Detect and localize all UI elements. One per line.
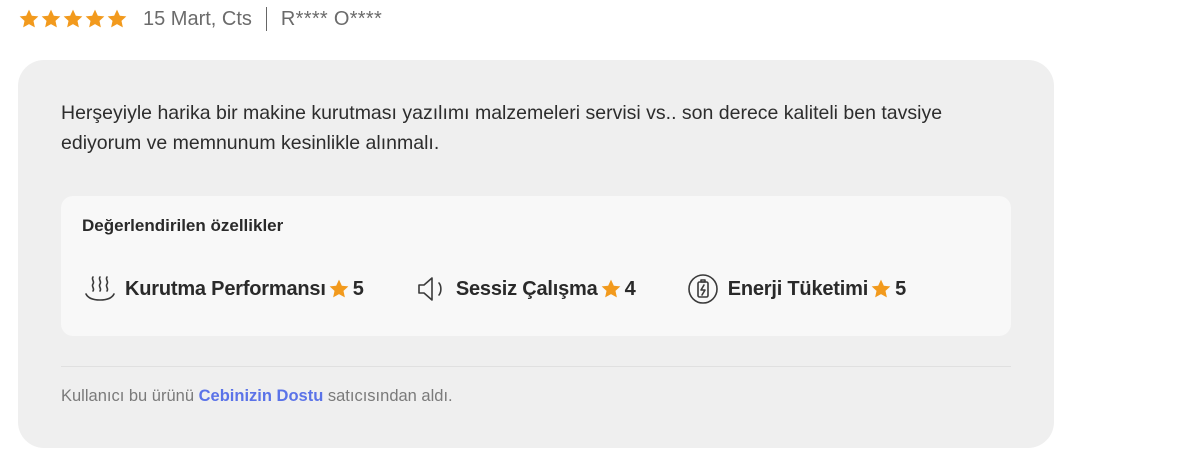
star-icon [329,279,349,298]
battery-icon [686,272,728,306]
speaker-icon [414,272,456,306]
star-icon [601,279,620,298]
review-card: Herşeyiyle harika bir makine kurutması y… [18,60,1054,448]
features-title: Değerlendirilen özellikler [82,216,284,235]
rating-stars [18,8,128,30]
rated-features-box: Değerlendirilen özellikler Kurutma Perfo… [61,196,1011,336]
feature-label: Kurutma Performansı [125,277,326,300]
feature-score: 4 [624,277,636,300]
features-row: Kurutma Performansı 5 Sessiz Çalışma 4 E… [83,272,956,306]
feature-quiet-operation: Sessiz Çalışma 4 [414,272,636,306]
star-icon [41,9,61,28]
feature-score: 5 [895,277,907,300]
review-date: 15 Mart, Cts [143,7,252,30]
reviewer-name: R**** O**** [280,7,383,30]
review-header: 15 Mart, Cts R**** O**** [18,4,382,34]
star-icon [871,279,891,298]
feature-label: Enerji Tüketimi [727,277,869,300]
star-icon [19,9,39,28]
divider [61,366,1011,367]
feature-drying-performance: Kurutma Performansı 5 [83,272,364,306]
seller-info: Kullanıcı bu ürünü Cebinizin Dostu satıc… [61,387,453,406]
heat-waves-icon [83,272,125,306]
feature-energy-consumption: Enerji Tüketimi 5 [686,272,907,306]
feature-label: Sessiz Çalışma [455,277,598,300]
review-text: Herşeyiyle harika bir makine kurutması y… [61,102,943,154]
star-icon [85,9,105,28]
seller-prefix: Kullanıcı bu ürünü [61,387,195,405]
meta-separator [265,7,267,31]
seller-suffix: satıcısından aldı. [327,387,453,405]
seller-link[interactable]: Cebinizin Dostu [199,387,324,405]
star-icon [63,9,83,28]
feature-score: 5 [352,277,364,300]
star-icon [107,9,127,28]
